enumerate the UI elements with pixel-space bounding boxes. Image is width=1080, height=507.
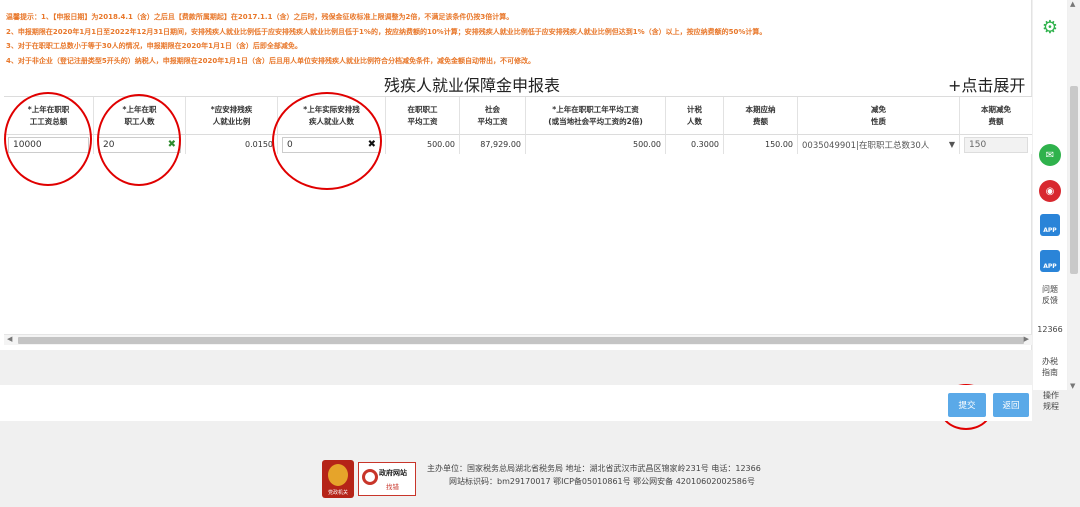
header-label: *应安排残疾 人就业比例 — [210, 104, 253, 126]
scroll-thumb[interactable] — [1070, 86, 1078, 274]
header-label: 本期减免 费额 — [981, 104, 1011, 126]
total-wage-input[interactable]: 10000 — [8, 136, 89, 153]
relief-amount-input: 150 — [964, 136, 1028, 153]
cell-relief-amount: 150 — [960, 135, 1032, 154]
back-button[interactable]: 返回 — [993, 393, 1029, 417]
tips-block: 温馨提示：1、【申报日期】为2018.4.1（含）之后且【费款所属期起】在201… — [6, 10, 1026, 68]
scroll-up-icon[interactable]: ▲ — [1070, 0, 1075, 8]
vertical-scrollbar[interactable]: ▲ ▼ — [1068, 0, 1080, 390]
cell-disabled-count: 0 ✖ — [278, 135, 386, 154]
chevron-down-icon: ▼ — [948, 140, 955, 149]
header-label: *上年在职职工年平均工资 (或当地社会平均工资的2倍) — [548, 104, 643, 126]
relief-type-select[interactable]: 0035049901|在职职工总数30人 ▼ — [802, 137, 955, 153]
feedback-link[interactable]: 问题 反馈 — [1033, 284, 1067, 306]
button-bar — [0, 385, 1032, 421]
header-social-avg: 社会 平均工资 — [460, 97, 526, 135]
tip-line-3: 3、对于在职职工总数小于等于30人的情况，申报期限在2020年1月1日（含）后即… — [6, 42, 302, 50]
header-label: 在职职工 平均工资 — [407, 104, 438, 126]
logo-subtitle: 找错 — [386, 483, 399, 491]
operation-rules-link[interactable]: 操作 规程 — [1034, 390, 1068, 412]
tax-guide-link[interactable]: 办税 指南 — [1033, 356, 1067, 378]
gov-site-error-logo[interactable]: 政府网站 找错 — [358, 462, 416, 496]
disabled-count-input[interactable]: 0 ✖ — [282, 136, 381, 153]
staff-count-value: 20 — [103, 139, 115, 150]
cell-relief-type: 0035049901|在职职工总数30人 ▼ — [798, 135, 960, 154]
app-label: APP — [1043, 263, 1057, 270]
tip-line-1: 温馨提示：1、【申报日期】为2018.4.1（含）之后且【费款所属期起】在201… — [6, 13, 514, 21]
app-label: APP — [1043, 227, 1057, 234]
clear-icon[interactable]: ✖ — [168, 139, 176, 150]
header-label: 减免 性质 — [871, 104, 886, 126]
header-avg-wage: 在职职工 平均工资 — [386, 97, 460, 135]
cell-tax-count: 0.3000 — [666, 135, 724, 154]
footer-line-2: 网站标识码：bm29170017 鄂ICP备05010861号 鄂公网安备 42… — [449, 477, 755, 486]
staff-count-input[interactable]: 20 ✖ — [98, 136, 181, 153]
cell-annual-avg: 500.00 — [526, 135, 666, 154]
form-title: 残疾人就业保障金申报表 — [384, 76, 561, 95]
ratio-value: 0.0150 — [245, 140, 273, 149]
scroll-thumb[interactable] — [18, 337, 1024, 344]
header-label: 计税 人数 — [687, 104, 702, 126]
social-avg-value: 87,929.00 — [480, 140, 521, 149]
footer-line-1: 主办单位：国家税务总局湖北省税务局 地址：湖北省武汉市武昌区锦家岭231号 电话… — [427, 464, 761, 473]
header-relief-amount: 本期减免 费额 — [960, 97, 1032, 135]
annual-avg-value: 500.00 — [633, 140, 661, 149]
cell-total-wage: 10000 — [4, 135, 94, 154]
header-tax-count: 计税 人数 — [666, 97, 724, 135]
cell-payable: 150.00 — [724, 135, 798, 154]
header-staff-count: *上年在职 职工人数 — [94, 97, 186, 135]
submit-button[interactable]: 提交 — [948, 393, 986, 417]
tip-line-4: 4、对于非企业（登记注册类型5开头的）纳税人，申报期限在2020年1月1日（含）… — [6, 56, 535, 65]
header-total-wage: *上年在职职 工工资总额 — [4, 97, 94, 135]
tip-line-2: 2、申报期限在2020年1月1日至2022年12月31日期间，安排残疾人就业比例… — [6, 27, 767, 36]
hotline-number: 12366 — [1037, 325, 1063, 334]
total-wage-value: 10000 — [13, 139, 42, 150]
emblem-icon — [328, 464, 348, 486]
cell-social-avg: 87,929.00 — [460, 135, 526, 154]
relief-amount-value: 150 — [969, 139, 987, 150]
scroll-down-icon[interactable]: ▼ — [1070, 382, 1075, 390]
horizontal-scrollbar[interactable]: ◀ ▶ — [4, 334, 1032, 345]
logo-caption: 党政机关 — [327, 490, 348, 496]
header-payable: 本期应纳 费额 — [724, 97, 798, 135]
tax-count-value: 0.3000 — [691, 140, 719, 149]
clear-icon[interactable]: ✖ — [368, 139, 376, 150]
header-label: *上年在职职 工工资总额 — [27, 104, 70, 126]
magnifier-icon — [362, 469, 378, 485]
footer-info: 主办单位：国家税务总局湖北省税务局 地址：湖北省武汉市武昌区锦家岭231号 电话… — [427, 462, 761, 488]
app-icon[interactable]: APP — [1040, 250, 1060, 272]
weibo-icon[interactable]: ◉ — [1039, 180, 1061, 202]
header-disabled-count: *上年实际安排残 疾人就业人数 — [278, 97, 386, 135]
header-label: 本期应纳 费额 — [745, 104, 776, 126]
logo-title: 政府网站 — [379, 469, 407, 477]
declaration-table: *上年在职职 工工资总额 *上年在职 职工人数 *应安排残疾 人就业比例 *上年… — [4, 96, 1032, 154]
form-panel: 温馨提示：1、【申报日期】为2018.4.1（含）之后且【费款所属期起】在201… — [0, 0, 1032, 350]
header-relief-type: 减免 性质 — [798, 97, 960, 135]
wechat-icon[interactable]: ✉ — [1039, 144, 1061, 166]
header-annual-avg: *上年在职职工年平均工资 (或当地社会平均工资的2倍) — [526, 97, 666, 135]
scroll-right-icon[interactable]: ▶ — [1024, 335, 1029, 343]
app-icon[interactable]: APP — [1040, 214, 1060, 236]
header-label: 社会 平均工资 — [477, 104, 508, 126]
header-label: *上年实际安排残 疾人就业人数 — [303, 104, 360, 126]
avg-wage-value: 500.00 — [427, 140, 455, 149]
party-gov-logo[interactable]: 党政机关 — [322, 460, 354, 498]
payable-value: 150.00 — [765, 140, 793, 149]
disabled-count-value: 0 — [287, 139, 293, 150]
side-toolbar: ⚙ ✉ ◉ APP APP 问题 反馈 12366 办税 指南 — [1033, 0, 1067, 390]
expand-link[interactable]: +点击展开 — [948, 72, 1025, 96]
cell-ratio: 0.0150 — [186, 135, 278, 154]
relief-type-value: 0035049901|在职职工总数30人 — [802, 140, 930, 151]
header-ratio: *应安排残疾 人就业比例 — [186, 97, 278, 135]
cell-staff-count: 20 ✖ — [94, 135, 186, 154]
gear-icon[interactable]: ⚙ — [1039, 16, 1061, 38]
cell-avg-wage: 500.00 — [386, 135, 460, 154]
scroll-left-icon[interactable]: ◀ — [7, 335, 12, 343]
header-label: *上年在职 职工人数 — [122, 104, 157, 126]
